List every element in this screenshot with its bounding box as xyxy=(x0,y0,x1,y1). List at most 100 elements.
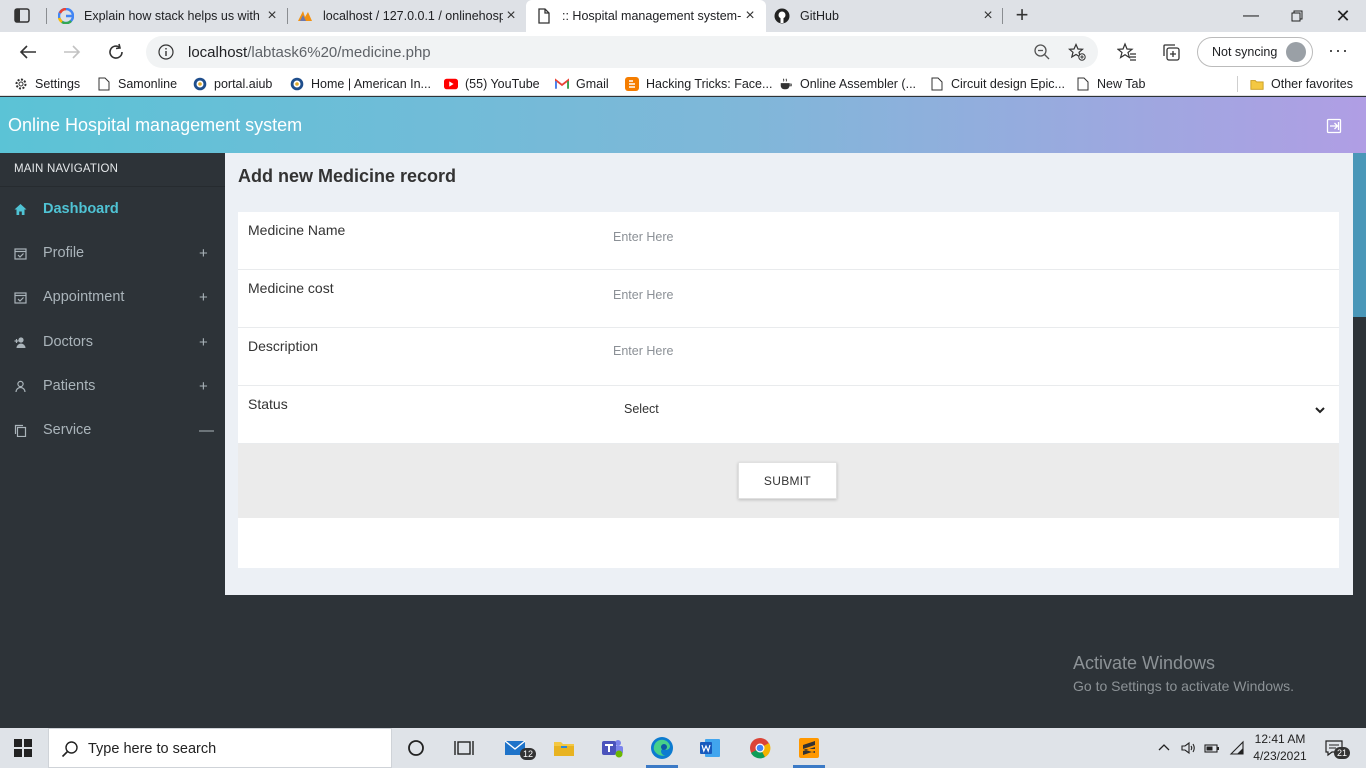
folder-icon xyxy=(1250,77,1264,91)
description-input[interactable] xyxy=(613,336,1313,366)
sidebar: MAIN NAVIGATION Dashboard Profile + Appo… xyxy=(0,153,225,728)
form-row-medicine-name: Medicine Name xyxy=(238,212,1339,270)
bookmark-online-assembler[interactable]: Online Assembler (... xyxy=(779,76,916,92)
bookmark-portal-aiub[interactable]: portal.aiub xyxy=(193,76,272,92)
sublime-text-icon[interactable] xyxy=(785,728,833,768)
collapse-icon[interactable]: — xyxy=(199,422,214,439)
expand-icon[interactable]: + xyxy=(199,289,208,306)
bookmark-hacking-tricks[interactable]: Hacking Tricks: Face... xyxy=(625,76,772,92)
browser-tab-phpmyadmin[interactable]: localhost / 127.0.0.1 / onlinehosp × xyxy=(297,0,519,32)
activate-windows-watermark: Activate Windows Go to Settings to activ… xyxy=(1073,653,1294,694)
close-window-button[interactable]: ✕ xyxy=(1328,4,1358,28)
chevron-up-icon[interactable] xyxy=(1156,740,1172,756)
notification-count: 21 xyxy=(1334,747,1351,759)
submit-button[interactable]: SUBMIT xyxy=(738,462,837,499)
clock-date: 4/23/2021 xyxy=(1253,749,1307,763)
expand-icon[interactable]: + xyxy=(199,245,208,262)
collections-icon[interactable] xyxy=(1161,42,1181,62)
status-select[interactable]: Select xyxy=(624,402,1338,424)
close-tab-icon[interactable]: × xyxy=(742,8,758,24)
tab-actions-icon[interactable] xyxy=(14,8,32,24)
chrome-icon[interactable] xyxy=(736,728,784,768)
tab-title: :: Hospital management system- xyxy=(562,9,742,23)
close-tab-icon[interactable]: × xyxy=(503,8,519,24)
bookmark-new-tab[interactable]: New Tab xyxy=(1076,76,1145,92)
sidebar-header: MAIN NAVIGATION xyxy=(14,163,119,175)
expand-icon[interactable]: + xyxy=(199,378,208,395)
wifi-icon[interactable] xyxy=(1229,740,1245,756)
add-favorite-icon[interactable] xyxy=(1067,43,1086,61)
browser-tab-google[interactable]: Explain how stack helps us with p × xyxy=(58,0,280,32)
bookmark-youtube[interactable]: (55) YouTube xyxy=(444,76,540,92)
bookmark-other-favorites[interactable]: Other favorites xyxy=(1250,76,1353,92)
bookmark-gmail[interactable]: Gmail xyxy=(555,76,609,92)
volume-icon[interactable] xyxy=(1180,740,1196,756)
close-tab-icon[interactable]: × xyxy=(264,8,280,24)
form-row-status: Status Select xyxy=(238,386,1339,444)
forward-button[interactable] xyxy=(60,40,84,64)
windows-start-icon[interactable] xyxy=(14,739,32,757)
address-bar[interactable]: localhost/labtask6%20/medicine.php xyxy=(146,36,1098,68)
logout-icon[interactable] xyxy=(1326,118,1342,134)
word-icon[interactable] xyxy=(686,728,734,768)
battery-icon[interactable] xyxy=(1204,740,1220,756)
sidebar-item-label: Doctors xyxy=(43,334,93,350)
new-tab-button[interactable]: + xyxy=(1012,4,1032,26)
form-row-description: Description xyxy=(238,328,1339,386)
minimize-window-button[interactable]: — xyxy=(1236,4,1266,28)
close-tab-icon[interactable]: × xyxy=(980,8,996,24)
restore-window-button[interactable] xyxy=(1282,4,1312,28)
app-header: Online Hospital management system xyxy=(0,97,1366,153)
page-scrollbar[interactable] xyxy=(1353,153,1366,317)
sidebar-item-doctors[interactable]: Doctors + xyxy=(0,322,225,362)
bookmark-samonline[interactable]: Samonline xyxy=(97,76,177,92)
sidebar-item-label: Appointment xyxy=(43,289,125,305)
medicine-name-input[interactable] xyxy=(613,222,1313,252)
sidebar-item-patients[interactable]: Patients + xyxy=(0,366,225,406)
windows-taskbar: Type here to search 12 12:41 AM 4/23/202… xyxy=(0,728,1366,768)
taskbar-search-box[interactable]: Type here to search xyxy=(48,728,392,768)
bookmark-label: Circuit design Epic... xyxy=(951,77,1065,91)
task-view-icon[interactable] xyxy=(440,728,488,768)
zoom-icon[interactable] xyxy=(1033,43,1051,61)
profile-sync-button[interactable]: Not syncing xyxy=(1197,37,1313,67)
taskbar-clock[interactable]: 12:41 AM 4/23/2021 xyxy=(1250,731,1310,765)
sidebar-divider xyxy=(0,186,225,187)
url-text: localhost/labtask6%20/medicine.php xyxy=(188,44,431,61)
github-icon xyxy=(774,8,790,24)
settings-more-icon[interactable]: ··· xyxy=(1328,40,1349,61)
tab-separator xyxy=(1002,8,1003,24)
watermark-title: Activate Windows xyxy=(1073,653,1216,673)
calendar-check-icon xyxy=(14,291,27,304)
bookmark-label: New Tab xyxy=(1097,77,1146,91)
sidebar-item-appointment[interactable]: Appointment + xyxy=(0,277,225,317)
page-icon xyxy=(97,77,111,91)
expand-icon[interactable]: + xyxy=(199,334,208,351)
edge-browser-icon[interactable] xyxy=(638,728,686,768)
medicine-cost-input[interactable] xyxy=(613,280,1313,310)
cortana-icon[interactable] xyxy=(392,728,440,768)
bookmark-circuit-design[interactable]: Circuit design Epic... xyxy=(930,76,1065,92)
sidebar-item-label: Profile xyxy=(43,245,85,261)
app-brand[interactable]: Online Hospital management system xyxy=(8,115,302,136)
browser-tab-github[interactable]: GitHub × xyxy=(774,0,996,32)
bookmark-american-intl[interactable]: Home | American In... xyxy=(290,76,431,92)
favorites-icon[interactable] xyxy=(1116,42,1137,62)
back-button[interactable] xyxy=(16,40,40,64)
field-label: Description xyxy=(248,338,319,354)
sidebar-item-profile[interactable]: Profile + xyxy=(0,233,225,273)
sidebar-item-service[interactable]: Service — xyxy=(0,410,225,450)
info-icon[interactable] xyxy=(158,44,174,60)
sidebar-item-dashboard[interactable]: Dashboard xyxy=(0,189,225,229)
calendar-check-icon xyxy=(14,247,27,260)
refresh-button[interactable] xyxy=(104,40,128,64)
mail-app-icon[interactable]: 12 xyxy=(492,728,540,768)
bookmark-settings[interactable]: Settings xyxy=(14,76,80,92)
watermark-subtitle: Go to Settings to activate Windows. xyxy=(1073,678,1294,694)
tab-title: Explain how stack helps us with p xyxy=(84,9,264,23)
notifications-icon[interactable]: 21 xyxy=(1324,738,1351,759)
browser-tab-hospital[interactable]: :: Hospital management system- × xyxy=(526,0,766,32)
teams-icon[interactable] xyxy=(588,728,636,768)
bookmarks-bar: Settings Samonline portal.aiub Home | Am… xyxy=(0,72,1366,96)
file-explorer-icon[interactable] xyxy=(540,728,588,768)
